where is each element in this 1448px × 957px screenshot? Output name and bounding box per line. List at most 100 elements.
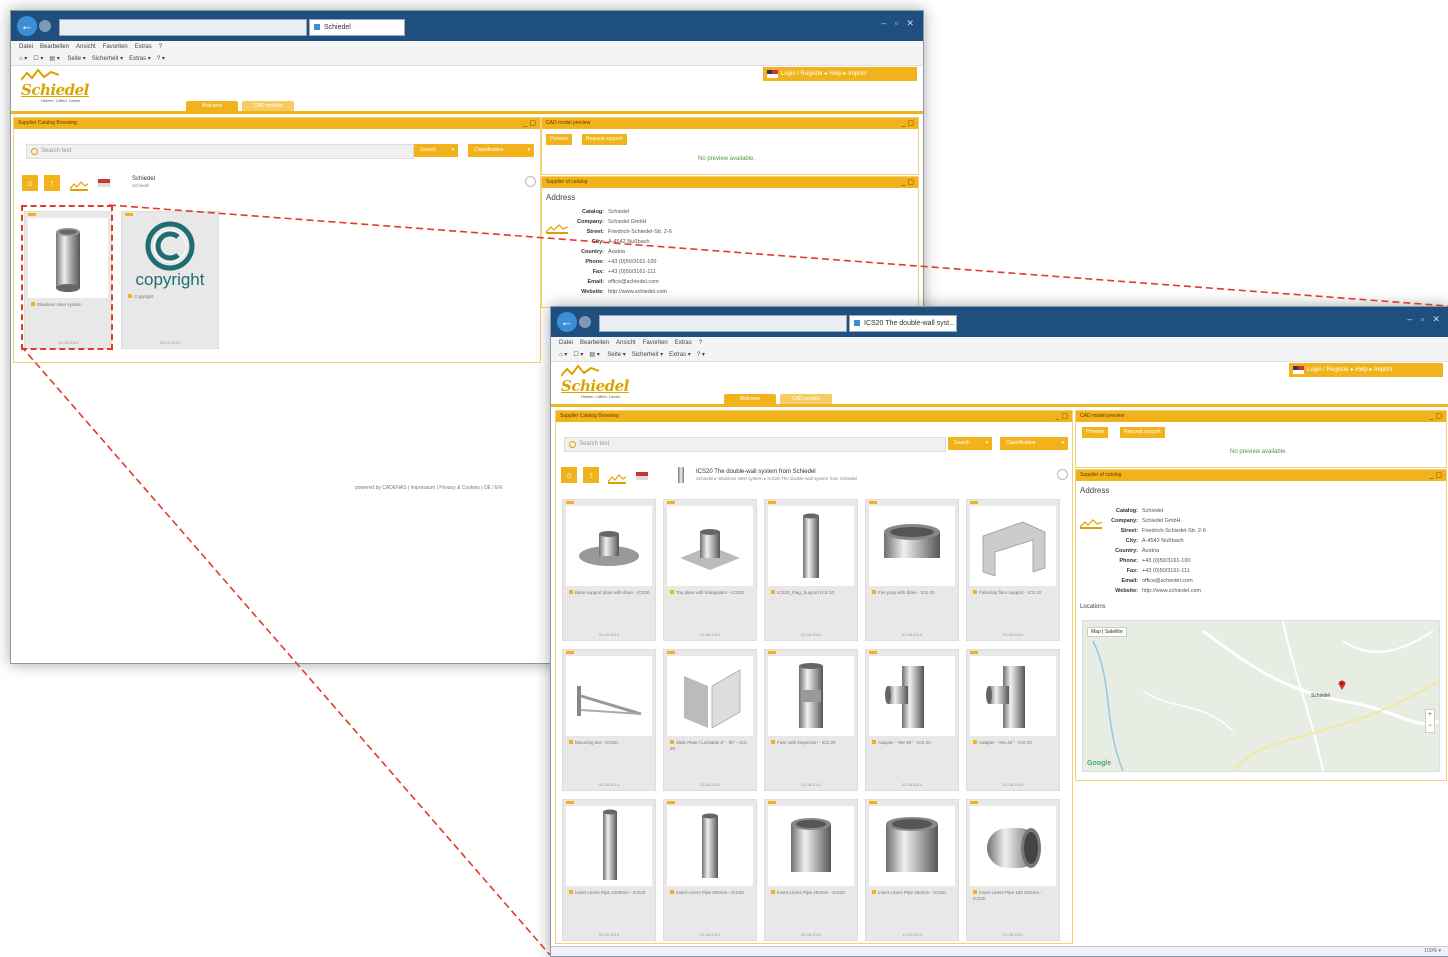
- email-link[interactable]: office@schiedel.com: [1142, 578, 1193, 584]
- product-card[interactable]: Insert Liners Pipe 250mm - ICS20 11.09.20…: [865, 799, 959, 941]
- address-bar[interactable]: [599, 315, 847, 332]
- browser-tab[interactable]: Schiedel: [309, 19, 405, 36]
- crumb-link[interactable]: Schiedel: [696, 476, 713, 481]
- flag-dropdown-icon[interactable]: [98, 179, 110, 187]
- login-link[interactable]: Login / Register: [781, 71, 823, 77]
- zoom-level[interactable]: 100%: [1424, 948, 1437, 954]
- search-button[interactable]: Search: [948, 437, 992, 450]
- window-controls[interactable]: – ▫ ✕: [1407, 314, 1443, 325]
- feed-icon[interactable]: ☐ ▾: [33, 56, 43, 62]
- home-icon[interactable]: ⌂ ▾: [559, 352, 567, 358]
- map-tab[interactable]: Map: [1091, 629, 1101, 635]
- feed-icon[interactable]: ☐ ▾: [573, 352, 583, 358]
- search-input[interactable]: Search text: [564, 437, 946, 452]
- product-card[interactable]: Base support plate with drain - ICS20 01.…: [562, 499, 656, 641]
- product-card[interactable]: Insert Liners Pipe 250mm - ICS20 01.08.20…: [764, 799, 858, 941]
- browser-tab[interactable]: ICS20 The double-wall syst...: [849, 315, 957, 332]
- address-bar[interactable]: [59, 19, 307, 36]
- product-card[interactable]: Mounting bar - ICS20 01.08.2014: [562, 649, 656, 791]
- print-icon[interactable]: ▤ ▾: [49, 56, 59, 62]
- product-card[interactable]: Slide Plate / Lockable 6" - 90° - ICS 20…: [663, 649, 757, 791]
- page-footer[interactable]: powered by CADENAS | Impressum | Privacy…: [355, 485, 502, 491]
- catalog-card[interactable]: copyright Copyright 08.11.2013: [121, 211, 219, 349]
- imprint-link[interactable]: Imprint: [1374, 367, 1392, 373]
- search-button[interactable]: Search: [414, 144, 458, 157]
- product-card[interactable]: Adapter - Tee 45° - ICS 20 01.08.2014: [966, 649, 1060, 791]
- menu-item[interactable]: Bearbeiten: [580, 340, 609, 346]
- menu-item[interactable]: Extras: [135, 44, 152, 50]
- command-item[interactable]: Seite ▾: [67, 56, 85, 62]
- up-button[interactable]: ↑: [44, 175, 60, 191]
- classification-button[interactable]: Classification: [468, 144, 534, 157]
- menu-item[interactable]: Favoriten: [103, 44, 128, 50]
- info-icon[interactable]: [1057, 469, 1068, 480]
- user-bar[interactable]: Login / Register ▸ Help ▸ Imprint: [1289, 363, 1443, 377]
- crumb-link[interactable]: Schiedel: [132, 183, 155, 188]
- panel-controls-icon[interactable]: _ ▢: [1056, 411, 1068, 422]
- up-button[interactable]: ↑: [583, 467, 599, 483]
- home-button[interactable]: ⌂: [561, 467, 577, 483]
- satellite-tab[interactable]: Satellite: [1105, 629, 1123, 635]
- login-link[interactable]: Login / Register: [1307, 367, 1349, 373]
- map-type-toggle[interactable]: Map | Satellite: [1087, 627, 1127, 637]
- email-link[interactable]: office@schiedel.com: [608, 279, 659, 285]
- command-item[interactable]: Seite ▾: [607, 352, 625, 358]
- command-item[interactable]: Extras ▾: [669, 352, 691, 358]
- panel-controls-icon[interactable]: _ ▢: [1430, 411, 1442, 422]
- flag-dropdown-icon[interactable]: [636, 472, 648, 480]
- product-card[interactable]: Insert Liners Pipe 100 250mm - ICS20 01.0…: [966, 799, 1060, 941]
- crumb-link[interactable]: ICS20 The double-wall system from Schied…: [767, 476, 857, 481]
- back-arrow-icon[interactable]: ←: [557, 312, 577, 332]
- zoom-controls[interactable]: + −: [1425, 709, 1435, 733]
- preview-tab[interactable]: Preview: [546, 134, 572, 145]
- info-icon[interactable]: [525, 176, 536, 187]
- forward-arrow-icon[interactable]: [579, 316, 591, 328]
- panel-controls-icon[interactable]: _ ▢: [1430, 470, 1442, 481]
- tab-cad-models[interactable]: CAD models: [242, 101, 294, 111]
- help-link[interactable]: Help: [1355, 367, 1367, 373]
- website-link[interactable]: http://www.schiedel.com: [608, 289, 667, 295]
- print-icon[interactable]: ▤ ▾: [589, 352, 599, 358]
- map-marker-icon[interactable]: [1338, 677, 1346, 690]
- product-card[interactable]: Falsecap floor support - ICS 20 01.08.201…: [966, 499, 1060, 641]
- command-item[interactable]: Sicherheit ▾: [92, 56, 123, 62]
- product-card[interactable]: ICS20_Flag_Support ICS 20 01.08.2014: [764, 499, 858, 641]
- back-arrow-icon[interactable]: ←: [17, 16, 37, 36]
- menu-item[interactable]: Bearbeiten: [40, 44, 69, 50]
- tab-welcome[interactable]: Welcome: [724, 394, 776, 404]
- menu-item[interactable]: ?: [159, 44, 162, 50]
- product-card[interactable]: Adapter - Tee 90° - ICS 20 01.08.2014: [865, 649, 959, 791]
- help-icon[interactable]: ? ▾: [697, 352, 705, 358]
- home-icon[interactable]: ⌂ ▾: [19, 56, 27, 62]
- request-support-tab[interactable]: Request support: [1120, 427, 1165, 438]
- window-controls[interactable]: – ▫ ✕: [881, 18, 917, 29]
- menu-item[interactable]: Extras: [675, 340, 692, 346]
- help-link[interactable]: Help: [829, 71, 841, 77]
- tab-welcome[interactable]: Welcome: [186, 101, 238, 111]
- menu-item[interactable]: Datei: [19, 44, 33, 50]
- help-icon[interactable]: ? ▾: [157, 56, 165, 62]
- user-bar[interactable]: Login / Register ▸ Help ▸ Imprint: [763, 67, 917, 81]
- menu-item[interactable]: Ansicht: [76, 44, 96, 50]
- panel-controls-icon[interactable]: _ ▢: [902, 177, 914, 188]
- request-support-tab[interactable]: Request support: [582, 134, 627, 145]
- product-card[interactable]: Fast. with inspection - ICS 20 01.08.2014: [764, 649, 858, 791]
- menu-item[interactable]: Datei: [559, 340, 573, 346]
- panel-controls-icon[interactable]: _ ▢: [902, 118, 914, 129]
- forward-arrow-icon[interactable]: [39, 20, 51, 32]
- product-card[interactable]: Top plate with triangulator - ICS20 01.08…: [663, 499, 757, 641]
- preview-tab[interactable]: Preview: [1082, 427, 1108, 438]
- menu-item[interactable]: ?: [699, 340, 702, 346]
- search-input[interactable]: Search text: [26, 144, 414, 159]
- menu-item[interactable]: Favoriten: [643, 340, 668, 346]
- website-link[interactable]: http://www.schiedel.com: [1142, 588, 1201, 594]
- schiedel-logo[interactable]: Schiedel Heizen. Lüften. Leben.: [19, 69, 99, 105]
- product-card[interactable]: Fire prop with drain - ICS 20 01.08.2014: [865, 499, 959, 641]
- home-button[interactable]: ⌂: [22, 175, 38, 191]
- command-item[interactable]: Extras ▾: [129, 56, 151, 62]
- imprint-link[interactable]: Imprint: [848, 71, 866, 77]
- crumb-link[interactable]: Stainless steel system: [718, 476, 763, 481]
- command-item[interactable]: Sicherheit ▾: [632, 352, 663, 358]
- us-flag-icon[interactable]: [1293, 366, 1304, 374]
- location-map[interactable]: Map | Satellite Schiedel Google + −: [1082, 620, 1440, 772]
